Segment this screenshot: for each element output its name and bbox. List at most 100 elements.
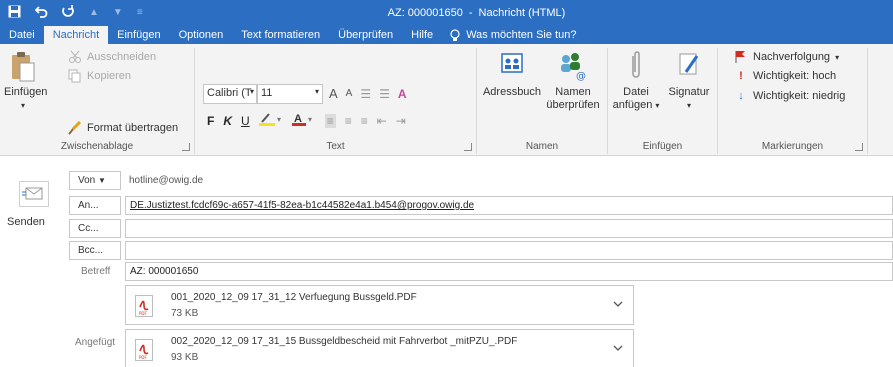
font-size-value: 11 bbox=[261, 87, 273, 99]
shrink-font-button[interactable]: A bbox=[346, 88, 353, 99]
attachment-name: 002_2020_12_09 17_31_15 Bussgeldbescheid… bbox=[171, 336, 518, 347]
tab-datei[interactable]: Datei bbox=[0, 26, 44, 44]
tab-text-formatieren[interactable]: Text formatieren bbox=[232, 26, 329, 44]
address-book-label: Adressbuch bbox=[482, 86, 542, 98]
importance-low-button[interactable]: ↓ Wichtigkeit: niedrig bbox=[734, 90, 845, 102]
bcc-field[interactable] bbox=[125, 241, 893, 260]
title-bar: ▲ ▼ ≡ AZ: 000001650- Nachricht (HTML) Dat… bbox=[0, 0, 893, 44]
from-button-label: Von bbox=[78, 175, 96, 186]
tab-hilfe[interactable]: Hilfe bbox=[402, 26, 442, 44]
attach-file-label-2: anfügen ▾ bbox=[612, 99, 660, 112]
grow-font-button[interactable]: A bbox=[329, 86, 338, 101]
to-recipient[interactable]: DE.Justiztest.fcdcf69c-a657-41f5-82ea-b1… bbox=[130, 200, 474, 211]
address-book-button[interactable]: Adressbuch bbox=[480, 50, 544, 99]
font-color-icon[interactable]: A ▾ bbox=[291, 112, 316, 129]
flag-icon bbox=[734, 50, 748, 64]
tags-group-label: Markierungen bbox=[761, 141, 824, 152]
importance-high-label: Wichtigkeit: hoch bbox=[753, 70, 837, 82]
clipboard-group: Einfügen ▾ Ausschneiden Kopieren Format … bbox=[0, 48, 195, 154]
paste-button[interactable]: Einfügen ▾ bbox=[4, 50, 47, 112]
copy-label: Kopieren bbox=[87, 70, 132, 82]
tab-ueberpruefen[interactable]: Überprüfen bbox=[329, 26, 402, 44]
tab-optionen[interactable]: Optionen bbox=[170, 26, 233, 44]
importance-high-button[interactable]: ! Wichtigkeit: hoch bbox=[734, 70, 836, 82]
tab-einfuegen[interactable]: Einfügen bbox=[108, 26, 169, 44]
signature-label: Signatur bbox=[668, 86, 710, 98]
cc-button[interactable]: Cc... bbox=[69, 219, 121, 238]
to-field[interactable]: DE.Justiztest.fcdcf69c-a657-41f5-82ea-b1… bbox=[125, 196, 893, 215]
window-title-separator: - bbox=[468, 7, 473, 19]
chevron-down-icon: ▾ bbox=[835, 52, 840, 62]
attachment-item[interactable]: PDF 001_2020_12_09 17_31_12 Verfuegung B… bbox=[125, 285, 634, 325]
signature-button[interactable]: Signatur ▾ bbox=[664, 50, 714, 112]
window-title-sub: Nachricht (HTML) bbox=[478, 7, 566, 19]
to-button[interactable]: An... bbox=[69, 196, 121, 215]
follow-up-button[interactable]: Nachverfolgung ▾ bbox=[734, 50, 839, 64]
include-group-label: Einfügen bbox=[642, 141, 683, 152]
increase-indent-icon[interactable]: ⇥ bbox=[396, 114, 406, 128]
decrease-indent-icon[interactable]: ⇤ bbox=[377, 114, 387, 128]
chevron-down-icon[interactable] bbox=[613, 300, 623, 308]
exclamation-icon: ! bbox=[739, 70, 743, 82]
italic-button[interactable]: K bbox=[223, 114, 232, 128]
signature-icon bbox=[679, 53, 699, 75]
underline-button[interactable]: U bbox=[241, 114, 250, 128]
tell-me-box[interactable]: Was möchten Sie tun? bbox=[442, 26, 585, 44]
attached-label: Angefügt bbox=[75, 337, 116, 348]
bold-button[interactable]: F bbox=[207, 114, 214, 128]
tags-launcher-icon[interactable] bbox=[855, 143, 863, 151]
format-painter-label: Format übertragen bbox=[87, 122, 179, 134]
chevron-down-icon: ▼ bbox=[98, 176, 106, 185]
attach-file-label-1: Datei bbox=[623, 86, 649, 98]
names-group: Adressbuch @ Namen überprüfen Namen bbox=[477, 48, 608, 154]
scissors-icon bbox=[68, 50, 82, 64]
clear-format-icon[interactable]: A bbox=[398, 87, 407, 101]
window-title-main: AZ: 000001650 bbox=[387, 7, 463, 19]
from-value: hotline@owig.de bbox=[129, 175, 204, 186]
attach-file-label-2-text: anfügen bbox=[612, 99, 653, 111]
text-launcher-icon[interactable] bbox=[464, 143, 472, 151]
check-names-button[interactable]: @ Namen überprüfen bbox=[541, 50, 605, 112]
clipboard-launcher-icon[interactable] bbox=[182, 143, 190, 151]
attachment-name: 001_2020_12_09 17_31_12 Verfuegung Bussg… bbox=[171, 292, 417, 303]
pdf-file-icon: PDF bbox=[135, 339, 153, 361]
paperclip-icon bbox=[632, 51, 640, 78]
highlight-icon[interactable]: ▾ bbox=[258, 112, 283, 129]
bcc-button[interactable]: Bcc... bbox=[69, 241, 121, 260]
cut-button[interactable]: Ausschneiden bbox=[68, 50, 156, 64]
align-center-icon[interactable]: ≡ bbox=[345, 114, 352, 128]
clipboard-icon bbox=[12, 52, 35, 82]
paste-dropdown-icon[interactable]: ▾ bbox=[4, 99, 42, 112]
svg-text:▾: ▾ bbox=[308, 115, 312, 124]
numbering-icon[interactable]: ☰ bbox=[379, 87, 390, 101]
attachment-size: 73 KB bbox=[171, 308, 199, 319]
font-size-select[interactable]: 11 ▾ bbox=[257, 84, 323, 104]
pdf-file-icon: PDF bbox=[135, 295, 153, 317]
chevron-down-icon: ▾ bbox=[686, 101, 691, 110]
tab-nachricht[interactable]: Nachricht bbox=[43, 26, 109, 44]
send-button[interactable] bbox=[19, 181, 49, 207]
copy-button[interactable]: Kopieren bbox=[68, 69, 131, 83]
svg-text:PDF: PDF bbox=[139, 311, 147, 316]
format-painter-button[interactable]: Format übertragen bbox=[68, 120, 179, 135]
send-label[interactable]: Senden bbox=[7, 216, 45, 228]
bullets-icon[interactable]: ☰ bbox=[360, 87, 371, 101]
chevron-down-icon[interactable] bbox=[613, 344, 623, 352]
align-left-icon[interactable]: ≡ bbox=[324, 113, 336, 128]
font-name-select[interactable]: Calibri (T ▾ bbox=[203, 84, 257, 104]
attach-file-button[interactable]: Datei anfügen ▾ bbox=[612, 50, 660, 112]
svg-text:PDF: PDF bbox=[139, 355, 147, 360]
copy-icon bbox=[68, 69, 82, 83]
ribbon-tabs: Datei Nachricht Einfügen Optionen Text f… bbox=[0, 26, 585, 44]
cc-field[interactable] bbox=[125, 219, 893, 238]
from-button[interactable]: Von ▼ bbox=[69, 171, 121, 190]
attachment-item[interactable]: PDF 002_2020_12_09 17_31_15 Bussgeldbesc… bbox=[125, 329, 634, 367]
chevron-down-icon: ▾ bbox=[249, 87, 254, 96]
align-right-icon[interactable]: ≡ bbox=[361, 114, 368, 128]
svg-text:▾: ▾ bbox=[277, 115, 281, 124]
names-group-label: Namen bbox=[525, 141, 559, 152]
paintbrush-icon bbox=[68, 120, 82, 135]
clipboard-group-label: Zwischenablage bbox=[60, 141, 134, 152]
arrow-down-icon: ↓ bbox=[738, 90, 744, 102]
subject-field[interactable]: AZ: 000001650 bbox=[125, 262, 893, 281]
